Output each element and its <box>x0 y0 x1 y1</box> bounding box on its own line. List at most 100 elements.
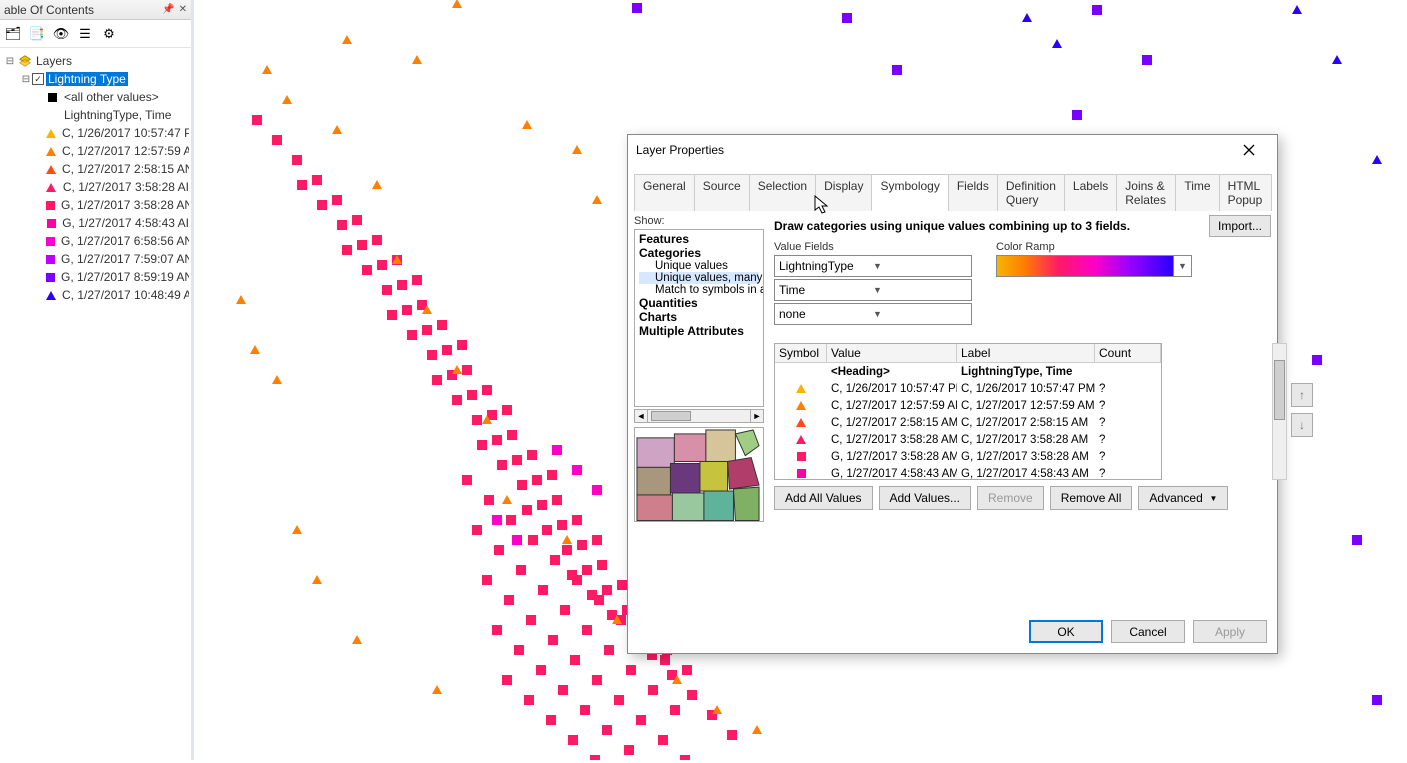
cancel-button[interactable]: Cancel <box>1111 620 1185 643</box>
triangle-icon <box>46 129 56 138</box>
symbology-grid[interactable]: Symbol Value Label Count <Heading> Light… <box>774 343 1162 480</box>
show-features[interactable]: Features <box>639 232 759 246</box>
grid-col-symbol[interactable]: Symbol <box>775 344 827 362</box>
toc-panel: able Of Contents 📌 ✕ 🗂 📑 👁 ☰ ⚙ ⊟ Layers … <box>0 0 194 760</box>
toc-toolbar: 🗂 📑 👁 ☰ ⚙ <box>0 20 191 48</box>
collapse-icon[interactable]: ⊟ <box>20 74 32 85</box>
dialog-titlebar[interactable]: Layer Properties <box>628 135 1277 165</box>
show-tree-hscroll[interactable]: ◄ ► <box>634 409 764 423</box>
chevron-down-icon: ▼ <box>873 309 967 319</box>
grid-data-row[interactable]: G, 1/27/2017 3:58:28 AMG, 1/27/2017 3:58… <box>775 448 1161 465</box>
legend-item[interactable]: C, 1/27/2017 2:58:15 AN <box>2 160 189 178</box>
list-by-drawing-icon[interactable]: 🗂 <box>4 25 22 43</box>
grid-heading-row[interactable]: <Heading> LightningType, Time <box>775 363 1161 380</box>
show-categories[interactable]: Categories <box>639 246 759 260</box>
grid-data-row[interactable]: C, 1/26/2017 10:57:47 PMC, 1/26/2017 10:… <box>775 380 1161 397</box>
legend-item[interactable]: G, 1/27/2017 4:58:43 AI <box>2 214 189 232</box>
chevron-down-icon: ▼ <box>873 261 967 271</box>
tab-html-popup[interactable]: HTML Popup <box>1219 174 1272 211</box>
close-button[interactable] <box>1229 138 1269 162</box>
triangle-icon <box>796 401 806 410</box>
show-tree[interactable]: Features Categories Unique values Unique… <box>634 229 764 407</box>
square-icon <box>46 201 55 210</box>
triangle-icon <box>46 147 56 156</box>
legend-item[interactable]: G, 1/27/2017 3:58:28 AN <box>2 196 189 214</box>
list-by-selection-icon[interactable]: ☰ <box>76 25 94 43</box>
show-unique-values[interactable]: Unique values <box>639 260 759 272</box>
triangle-icon <box>46 183 56 192</box>
tab-time[interactable]: Time <box>1175 174 1219 211</box>
value-field-3-combo[interactable]: none▼ <box>774 303 972 325</box>
value-field-1-combo[interactable]: LightningType▼ <box>774 255 972 277</box>
legend-item-label: C, 1/26/2017 10:57:47 P <box>62 126 189 140</box>
value-field-2-combo[interactable]: Time▼ <box>774 279 972 301</box>
ok-button[interactable]: OK <box>1029 620 1103 643</box>
dialog-title: Layer Properties <box>636 143 1229 157</box>
pin-icon[interactable]: 📌 <box>162 4 174 15</box>
legend-item-label: C, 1/27/2017 2:58:15 AN <box>62 162 189 176</box>
grid-vscroll[interactable] <box>1272 343 1287 480</box>
square-icon <box>46 237 55 246</box>
legend-item[interactable]: C, 1/27/2017 12:57:59 A <box>2 142 189 160</box>
legend-item[interactable]: C, 1/27/2017 10:48:49 A <box>2 286 189 304</box>
show-match-symbols[interactable]: Match to symbols in a <box>639 284 759 296</box>
grid-data-row[interactable]: C, 1/27/2017 3:58:28 AMC, 1/27/2017 3:58… <box>775 431 1161 448</box>
grid-col-count[interactable]: Count <box>1095 344 1161 362</box>
layer-visibility-checkbox[interactable]: ✓ <box>32 73 44 85</box>
color-ramp-combo[interactable]: ▼ <box>996 255 1192 277</box>
show-label: Show: <box>634 215 766 229</box>
tab-selection[interactable]: Selection <box>749 174 816 211</box>
triangle-icon <box>46 291 56 300</box>
scroll-right-icon[interactable]: ► <box>750 409 764 423</box>
tab-definition-query[interactable]: Definition Query <box>997 174 1065 211</box>
show-multiple-attributes[interactable]: Multiple Attributes <box>639 324 759 338</box>
toc-header: able Of Contents 📌 ✕ <box>0 0 191 20</box>
remove-all-button[interactable]: Remove All <box>1050 486 1133 510</box>
move-up-button[interactable]: ↑ <box>1291 383 1313 407</box>
chevron-down-icon: ▼ <box>1173 256 1191 276</box>
layer-name[interactable]: Lightning Type <box>46 72 128 86</box>
collapse-icon[interactable]: ⊟ <box>4 56 16 67</box>
import-button[interactable]: Import... <box>1209 215 1271 237</box>
legend-item[interactable]: C, 1/26/2017 10:57:47 P <box>2 124 189 142</box>
layers-root-label[interactable]: Layers <box>34 54 74 68</box>
tab-fields[interactable]: Fields <box>948 174 998 211</box>
scroll-left-icon[interactable]: ◄ <box>634 409 648 423</box>
tab-general[interactable]: General <box>634 174 695 211</box>
move-down-button[interactable]: ↓ <box>1291 413 1313 437</box>
list-by-visibility-icon[interactable]: 👁 <box>52 25 70 43</box>
tab-joins-relates[interactable]: Joins & Relates <box>1116 174 1176 211</box>
show-unique-values-many[interactable]: Unique values, many <box>639 272 759 284</box>
triangle-icon <box>46 165 56 174</box>
show-charts[interactable]: Charts <box>639 310 759 324</box>
advanced-button[interactable]: Advanced ▼ <box>1138 486 1228 510</box>
legend-item[interactable]: C, 1/27/2017 3:58:28 AI <box>2 178 189 196</box>
legend-item[interactable]: G, 1/27/2017 7:59:07 AN <box>2 250 189 268</box>
list-by-source-icon[interactable]: 📑 <box>28 25 46 43</box>
close-icon[interactable]: ✕ <box>179 4 187 15</box>
remove-button[interactable]: Remove <box>977 486 1044 510</box>
chevron-down-icon: ▼ <box>1209 494 1217 503</box>
tab-symbology[interactable]: Symbology <box>871 174 948 211</box>
grid-col-label[interactable]: Label <box>957 344 1095 362</box>
tab-source[interactable]: Source <box>694 174 750 211</box>
legend-item-label: G, 1/27/2017 4:58:43 AI <box>62 216 189 230</box>
grid-header: Symbol Value Label Count <box>775 344 1161 363</box>
grid-data-row[interactable]: C, 1/27/2017 2:58:15 AMC, 1/27/2017 2:58… <box>775 414 1161 431</box>
legend-item-label: G, 1/27/2017 3:58:28 AN <box>61 198 189 212</box>
show-quantities[interactable]: Quantities <box>639 296 759 310</box>
add-values-button[interactable]: Add Values... <box>879 486 972 510</box>
options-icon[interactable]: ⚙ <box>100 25 118 43</box>
grid-col-value[interactable]: Value <box>827 344 957 362</box>
tab-display[interactable]: Display <box>815 174 872 211</box>
add-all-values-button[interactable]: Add All Values <box>774 486 873 510</box>
square-icon <box>46 273 55 282</box>
apply-button[interactable]: Apply <box>1193 620 1267 643</box>
tab-labels[interactable]: Labels <box>1064 174 1117 211</box>
legend-item[interactable]: G, 1/27/2017 6:58:56 AN <box>2 232 189 250</box>
legend-item[interactable]: G, 1/27/2017 8:59:19 AN <box>2 268 189 286</box>
legend-item-label: G, 1/27/2017 8:59:19 AN <box>61 270 189 284</box>
triangle-icon <box>796 418 806 427</box>
grid-data-row[interactable]: C, 1/27/2017 12:57:59 AMC, 1/27/2017 12:… <box>775 397 1161 414</box>
grid-data-row[interactable]: G, 1/27/2017 4:58:43 AMG, 1/27/2017 4:58… <box>775 465 1161 479</box>
